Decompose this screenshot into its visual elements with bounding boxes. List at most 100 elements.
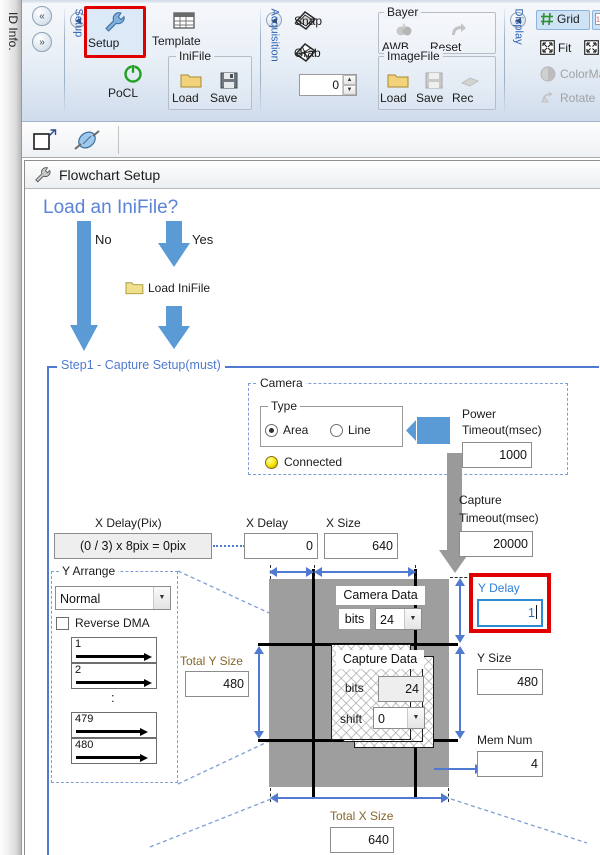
group-separator <box>64 4 65 116</box>
capture-timeout-input[interactable]: 20000 <box>459 531 533 557</box>
arrow-head-left <box>269 567 277 577</box>
rotate-button[interactable]: Rotate ▼ <box>540 90 600 105</box>
chevron-down-icon[interactable]: ▼ <box>404 609 421 629</box>
inifile-load-button[interactable]: Load <box>172 72 210 105</box>
capture-data-title: Capture Data <box>336 650 424 669</box>
probe-button[interactable] <box>70 127 104 158</box>
undo-arrow-icon <box>452 23 466 35</box>
arrow-head-right <box>441 793 449 803</box>
x-size-input[interactable]: 640 <box>324 533 398 559</box>
group-tab-display[interactable]: ◀ Display <box>510 8 527 108</box>
awb-button[interactable]: AWB <box>382 22 426 54</box>
arrow-head-up <box>455 646 465 654</box>
capture-data-shift-select[interactable]: 0 ▼ <box>373 707 425 729</box>
fit-screen-icon <box>540 40 555 55</box>
table-icon <box>173 12 195 29</box>
ribbon-collapse-controls: « » <box>32 6 56 58</box>
load-inifile-node[interactable]: Load IniFile <box>125 280 210 296</box>
page-title-text: Flowchart Setup <box>59 167 161 183</box>
y-arrange-row-number: 2 <box>75 664 82 676</box>
stepper-down-icon[interactable]: ▼ <box>343 85 356 95</box>
y-size-dim-line <box>459 653 461 733</box>
camera-type-area-label: Area <box>283 423 309 437</box>
imagefile-save-button[interactable]: Save <box>416 72 452 105</box>
group-label-display: Display <box>512 8 525 45</box>
double-chevron-left-icon[interactable]: « <box>32 6 52 26</box>
acquisition-count-stepper[interactable]: 0 ▲ ▼ <box>299 74 357 96</box>
imagefile-load-button[interactable]: Load <box>380 72 416 105</box>
total-y-size-dim-line <box>258 653 260 733</box>
group-label-acquisition: Acquisition <box>268 8 281 62</box>
group-separator <box>504 4 505 116</box>
stepper-up-icon[interactable]: ▲ <box>343 75 356 85</box>
camera-type-area-radio[interactable]: Area <box>265 423 308 437</box>
y-delay-input[interactable]: 1 <box>477 599 543 627</box>
setup-button[interactable]: Setup <box>88 10 142 50</box>
camera-connected-status: Connected <box>265 455 342 469</box>
snap-button[interactable]: Snap <box>294 10 370 32</box>
mem-num-input[interactable]: 4 <box>477 751 543 777</box>
bri-button[interactable]: 123 Bri <box>595 12 600 26</box>
folder-open-icon <box>180 74 202 88</box>
arrow-head-right <box>306 567 314 577</box>
capture-data-shift-value: 0 <box>378 712 385 726</box>
y-arrange-row-number: 1 <box>75 638 82 650</box>
template-button[interactable]: Template <box>152 10 216 48</box>
double-chevron-right-icon[interactable]: » <box>32 32 52 52</box>
imagefile-load-label: Load <box>380 91 407 105</box>
reverse-dma-checkbox[interactable]: Reverse DMA <box>56 616 150 630</box>
fit-button[interactable]: Fit <box>540 40 571 55</box>
new-window-button[interactable] <box>32 128 58 157</box>
grab-button[interactable]: Grab <box>294 42 370 64</box>
camera-data-bits-select[interactable]: 24 ▼ <box>375 608 422 630</box>
grid-button-label: Grid <box>557 12 580 26</box>
total-x-callout-line <box>149 798 272 848</box>
y-size-input[interactable]: 480 <box>477 669 543 695</box>
id-info-rail[interactable]: ID Info. <box>0 0 22 855</box>
x-delay-input[interactable]: 0 <box>244 533 318 559</box>
group-tab-acquisition[interactable]: ◀ Acquisition <box>266 8 283 108</box>
floppy-disk-icon <box>220 72 238 89</box>
ribbon-top-edge <box>22 0 600 3</box>
total-y-size-input[interactable]: 480 <box>185 671 249 697</box>
capture-data-bits-label: bits <box>345 681 364 695</box>
y-arrange-row: 480 <box>71 738 157 764</box>
stepper-buttons[interactable]: ▲ ▼ <box>342 75 356 95</box>
imagefile-rec-button[interactable]: Rec <box>452 72 488 105</box>
colormap-button[interactable]: ColorMap <box>540 66 600 82</box>
flow-heading: Load an IniFile? <box>43 197 179 218</box>
x-delay-label: X Delay <box>246 516 289 530</box>
camera-type-caption: Type <box>268 399 301 413</box>
acquisition-count-value: 0 <box>332 78 339 92</box>
checkbox-icon[interactable] <box>56 616 69 630</box>
y-arrange-mode-select[interactable]: Normal ▼ <box>55 586 171 610</box>
led-icon <box>265 455 278 469</box>
imagefile-save-label: Save <box>416 91 444 105</box>
chevron-down-icon[interactable]: ▼ <box>407 708 424 728</box>
original-size-button[interactable]: Org. <box>584 40 600 55</box>
folder-icon <box>125 282 144 295</box>
x-size-label: X Size <box>326 516 361 530</box>
flowchart-setup-pane: Flowchart Setup Load an IniFile? No Yes … <box>24 160 600 855</box>
capture-data-bits-display: 24 <box>378 676 424 702</box>
yes-branch-arrow <box>153 221 197 276</box>
arrow-head-down <box>455 731 465 739</box>
chevron-down-icon[interactable]: ▼ <box>153 587 170 609</box>
camera-type-line-radio[interactable]: Line <box>330 423 371 437</box>
total-x-size-input[interactable]: 640 <box>330 827 394 853</box>
no-branch-label: No <box>95 232 112 247</box>
capture-timeout-label-line1: Capture <box>459 493 502 507</box>
y-arrange-row: 2 <box>71 663 157 689</box>
radio-area-icon[interactable] <box>265 423 278 437</box>
pocl-button[interactable]: PoCL <box>108 62 158 100</box>
camera-data-bits-label: bits <box>339 609 370 629</box>
grid-icon <box>541 12 553 26</box>
camera-data-title: Camera Data <box>336 586 425 605</box>
setup-button-label: Setup <box>88 36 120 50</box>
inifile-save-button[interactable]: Save <box>210 72 248 105</box>
y-delay-dim-line <box>459 585 461 637</box>
bayer-reset-button[interactable]: Reset <box>430 22 486 54</box>
grid-button[interactable]: Grid <box>540 12 580 26</box>
arrow-head-right <box>408 567 416 577</box>
radio-line-icon[interactable] <box>330 423 343 437</box>
